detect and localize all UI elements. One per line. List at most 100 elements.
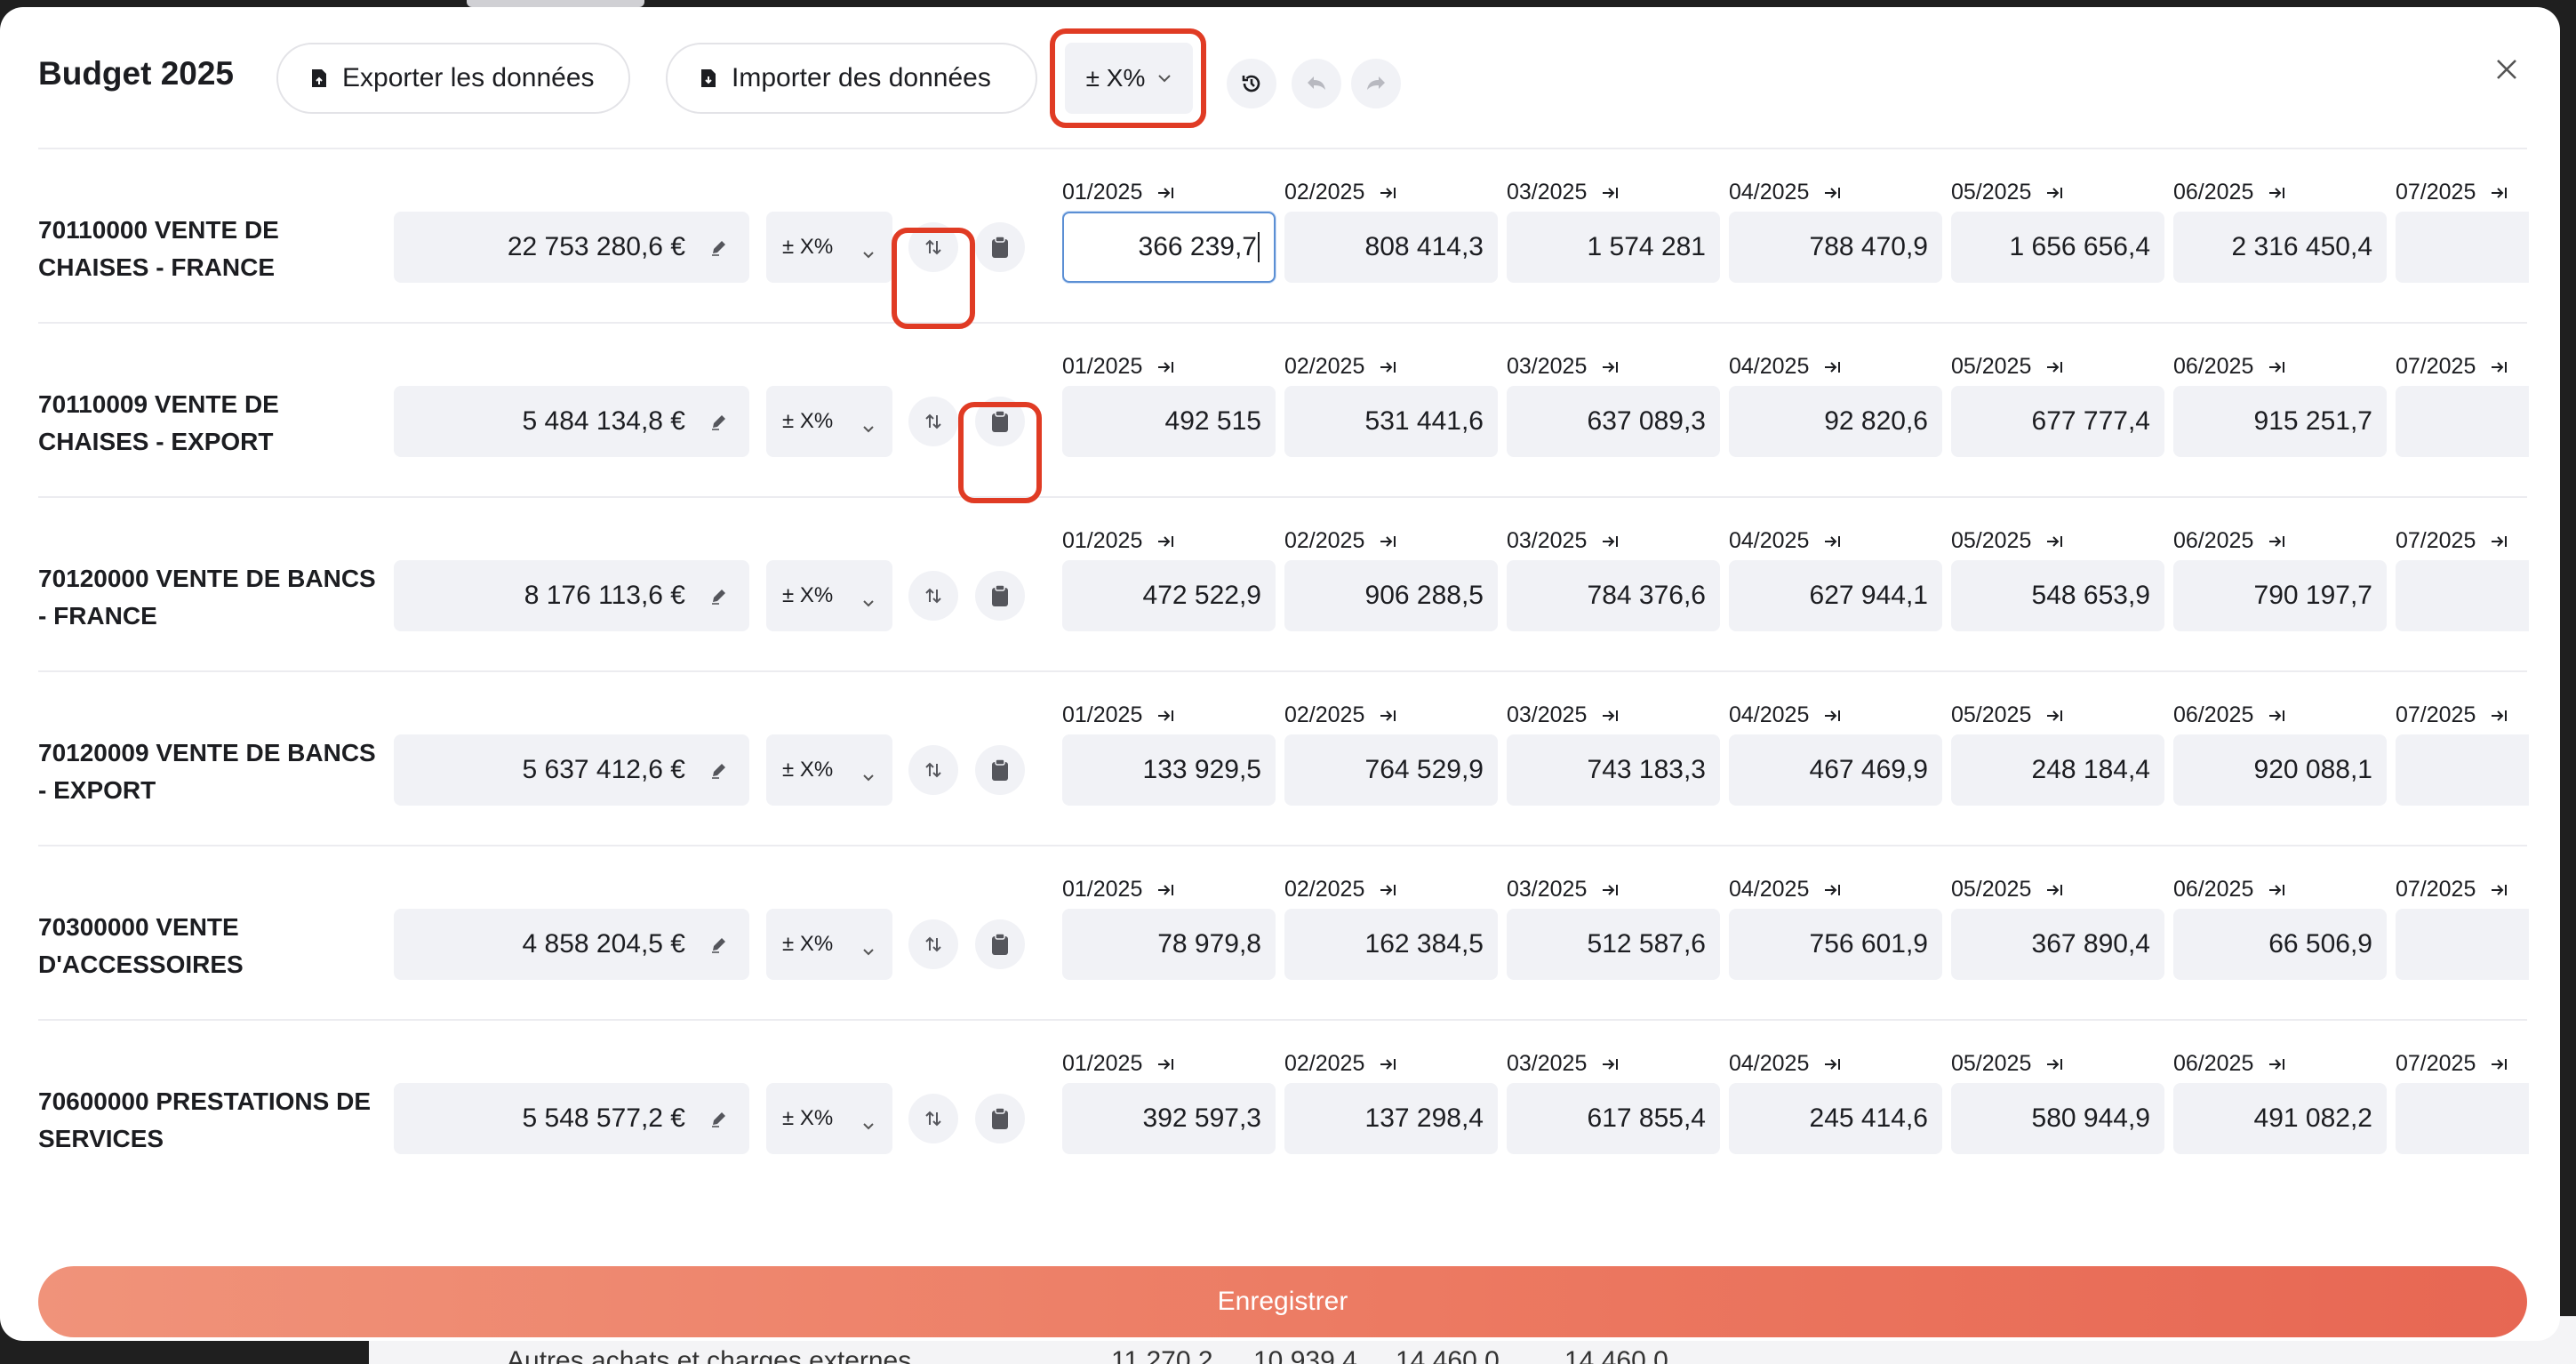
propagate-arrow-icon[interactable] bbox=[1601, 359, 1620, 375]
propagate-arrow-icon[interactable] bbox=[1823, 708, 1843, 724]
propagate-arrow-icon[interactable] bbox=[1823, 882, 1843, 898]
sort-button[interactable] bbox=[908, 919, 958, 969]
month-value-input[interactable]: 920 088,1 bbox=[2173, 734, 2387, 806]
propagate-arrow-icon[interactable] bbox=[2490, 534, 2509, 550]
row-percent-select[interactable]: ± X% bbox=[766, 909, 892, 980]
propagate-arrow-icon[interactable] bbox=[1601, 708, 1620, 724]
history-button[interactable] bbox=[1227, 59, 1276, 108]
month-value-input[interactable]: 637 089,3 bbox=[1507, 386, 1720, 457]
propagate-arrow-icon[interactable] bbox=[1156, 359, 1176, 375]
month-value-input[interactable]: 764 529,9 bbox=[1284, 734, 1498, 806]
month-value-input[interactable]: 677 777,4 bbox=[1951, 386, 2164, 457]
propagate-arrow-icon[interactable] bbox=[1823, 534, 1843, 550]
month-value-input[interactable]: 366 239,7 bbox=[1062, 212, 1276, 283]
propagate-arrow-icon[interactable] bbox=[2045, 1056, 2065, 1072]
propagate-arrow-icon[interactable] bbox=[2045, 708, 2065, 724]
propagate-arrow-icon[interactable] bbox=[2490, 359, 2509, 375]
row-percent-select[interactable]: ± X% bbox=[766, 1083, 892, 1154]
export-button[interactable]: Exporter les données bbox=[276, 43, 630, 114]
row-percent-select[interactable]: ± X% bbox=[766, 734, 892, 806]
month-value-input[interactable]: 784 376,6 bbox=[1507, 560, 1720, 631]
propagate-arrow-icon[interactable] bbox=[2268, 359, 2287, 375]
month-value-input[interactable]: 548 653,9 bbox=[1951, 560, 2164, 631]
undo-button[interactable] bbox=[1292, 59, 1341, 108]
sort-button[interactable] bbox=[908, 745, 958, 795]
annual-total-field[interactable]: 5 548 577,2 € bbox=[394, 1083, 749, 1154]
month-value-input[interactable]: 133 929,5 bbox=[1062, 734, 1276, 806]
annual-total-field[interactable]: 5 484 134,8 € bbox=[394, 386, 749, 457]
row-percent-select[interactable]: ± X% bbox=[766, 212, 892, 283]
sort-button[interactable] bbox=[908, 571, 958, 621]
propagate-arrow-icon[interactable] bbox=[1379, 1056, 1398, 1072]
sort-button[interactable] bbox=[908, 222, 958, 272]
annual-total-field[interactable]: 5 637 412,6 € bbox=[394, 734, 749, 806]
month-value-input[interactable]: 472 522,9 bbox=[1062, 560, 1276, 631]
month-value-input[interactable]: 743 183,3 bbox=[1507, 734, 1720, 806]
month-value-input[interactable]: 248 184,4 bbox=[1951, 734, 2164, 806]
paste-button[interactable] bbox=[975, 1094, 1025, 1143]
month-value-input[interactable]: 78 979,8 bbox=[1062, 909, 1276, 980]
propagate-arrow-icon[interactable] bbox=[1156, 1056, 1176, 1072]
propagate-arrow-icon[interactable] bbox=[1379, 185, 1398, 201]
propagate-arrow-icon[interactable] bbox=[2045, 534, 2065, 550]
annual-total-field[interactable]: 4 858 204,5 € bbox=[394, 909, 749, 980]
propagate-arrow-icon[interactable] bbox=[1156, 534, 1176, 550]
propagate-arrow-icon[interactable] bbox=[2490, 185, 2509, 201]
propagate-arrow-icon[interactable] bbox=[2268, 708, 2287, 724]
propagate-arrow-icon[interactable] bbox=[1379, 534, 1398, 550]
sort-button[interactable] bbox=[908, 1094, 958, 1143]
month-value-input[interactable]: 1 656 656,4 bbox=[1951, 212, 2164, 283]
month-value-input[interactable]: 92 820,6 bbox=[1729, 386, 1942, 457]
annual-total-field[interactable]: 8 176 113,6 € bbox=[394, 560, 749, 631]
month-value-input[interactable]: 2 316 450,4 bbox=[2173, 212, 2387, 283]
close-button[interactable] bbox=[2489, 52, 2524, 87]
month-value-input[interactable]: 491 082,2 bbox=[2173, 1083, 2387, 1154]
month-value-input[interactable]: 245 414,6 bbox=[1729, 1083, 1942, 1154]
propagate-arrow-icon[interactable] bbox=[1156, 185, 1176, 201]
month-value-input[interactable]: 137 298,4 bbox=[1284, 1083, 1498, 1154]
month-value-input[interactable]: 915 251,7 bbox=[2173, 386, 2387, 457]
propagate-arrow-icon[interactable] bbox=[2490, 882, 2509, 898]
month-value-input[interactable]: 492 515 bbox=[1062, 386, 1276, 457]
propagate-arrow-icon[interactable] bbox=[1379, 359, 1398, 375]
propagate-arrow-icon[interactable] bbox=[2045, 185, 2065, 201]
propagate-arrow-icon[interactable] bbox=[2268, 534, 2287, 550]
annual-total-field[interactable]: 22 753 280,6 € bbox=[394, 212, 749, 283]
save-button[interactable]: Enregistrer bbox=[38, 1266, 2527, 1337]
month-value-input[interactable]: 467 469,9 bbox=[1729, 734, 1942, 806]
propagate-arrow-icon[interactable] bbox=[1379, 708, 1398, 724]
month-value-input[interactable]: 617 855,4 bbox=[1507, 1083, 1720, 1154]
row-percent-select[interactable]: ± X% bbox=[766, 560, 892, 631]
month-value-input[interactable]: 367 890,4 bbox=[1951, 909, 2164, 980]
propagate-arrow-icon[interactable] bbox=[1601, 882, 1620, 898]
propagate-arrow-icon[interactable] bbox=[1823, 359, 1843, 375]
month-value-input[interactable]: 784 bbox=[2396, 560, 2529, 631]
propagate-arrow-icon[interactable] bbox=[2268, 185, 2287, 201]
propagate-arrow-icon[interactable] bbox=[2490, 1056, 2509, 1072]
month-value-input[interactable]: 493 bbox=[2396, 734, 2529, 806]
month-value-input[interactable]: 392 597,3 bbox=[1062, 1083, 1276, 1154]
paste-button[interactable] bbox=[975, 222, 1025, 272]
paste-button[interactable] bbox=[975, 571, 1025, 621]
paste-button[interactable] bbox=[975, 397, 1025, 446]
paste-button[interactable] bbox=[975, 745, 1025, 795]
propagate-arrow-icon[interactable] bbox=[1601, 185, 1620, 201]
propagate-arrow-icon[interactable] bbox=[2268, 1056, 2287, 1072]
global-percent-select[interactable]: ± X% bbox=[1065, 43, 1193, 114]
paste-button[interactable] bbox=[975, 919, 1025, 969]
month-value-input[interactable]: 627 944,1 bbox=[1729, 560, 1942, 631]
propagate-arrow-icon[interactable] bbox=[1379, 882, 1398, 898]
month-value-input[interactable]: 182 bbox=[2396, 386, 2529, 457]
month-value-input[interactable]: 788 470,9 bbox=[1729, 212, 1942, 283]
row-percent-select[interactable]: ± X% bbox=[766, 386, 892, 457]
month-value-input[interactable]: 497 bbox=[2396, 909, 2529, 980]
propagate-arrow-icon[interactable] bbox=[2268, 882, 2287, 898]
month-value-input[interactable]: 790 197,7 bbox=[2173, 560, 2387, 631]
month-value-input[interactable]: 531 441,6 bbox=[1284, 386, 1498, 457]
propagate-arrow-icon[interactable] bbox=[2045, 882, 2065, 898]
month-value-input[interactable]: 795 bbox=[2396, 1083, 2529, 1154]
month-value-input[interactable]: 66 506,9 bbox=[2173, 909, 2387, 980]
month-value-input[interactable]: 512 587,6 bbox=[1507, 909, 1720, 980]
month-value-input[interactable]: 580 944,9 bbox=[1951, 1083, 2164, 1154]
redo-button[interactable] bbox=[1351, 59, 1401, 108]
